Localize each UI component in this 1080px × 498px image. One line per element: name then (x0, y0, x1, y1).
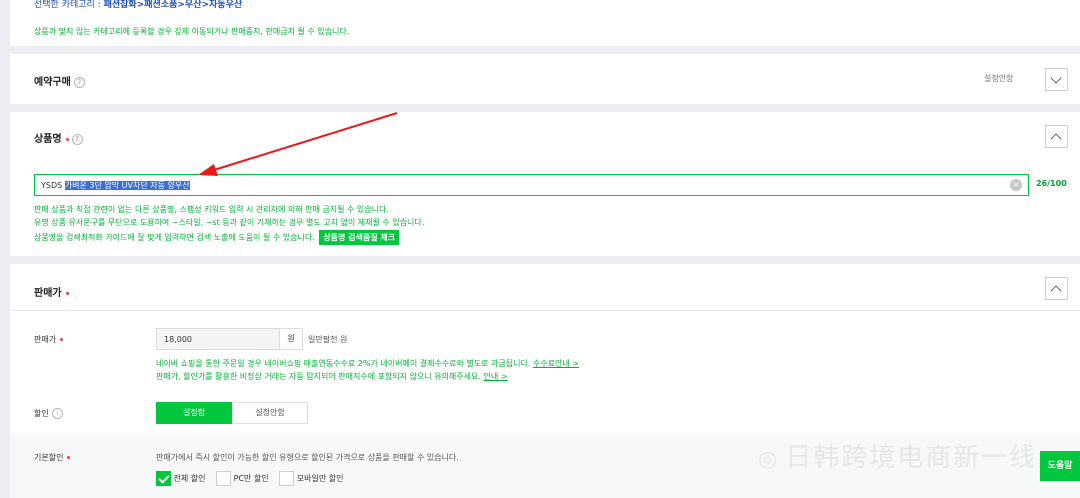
chevron-up-icon (1050, 285, 1062, 297)
wechat-icon: ◎ (758, 447, 780, 472)
discount-on-button[interactable]: 설정함 (156, 402, 232, 424)
guide-link[interactable]: 안내 > (483, 372, 507, 381)
divider (10, 310, 1080, 311)
base-discount-note: 판매가에서 즉시 할인이 가능한 할인 유형으로 할인된 가격으로 상품을 판매… (156, 453, 459, 462)
price-unit: 원 (279, 328, 303, 350)
watermark: ◎ 日韩跨境电商新一线 (758, 443, 1038, 473)
required-dot (60, 338, 64, 341)
discount-label: 할인 i (34, 408, 63, 419)
fee-info-link[interactable]: 수수료안내 > (533, 359, 579, 368)
discount-options: 전체 할인 PC만 할인 모바일만 할인 (156, 471, 343, 486)
price-reading: 일만팔천 원 (308, 335, 348, 344)
required-dot (67, 456, 71, 459)
check-icon[interactable] (156, 471, 171, 486)
checkbox-mobile-only[interactable] (279, 471, 295, 486)
checkbox-pc-only[interactable] (216, 471, 232, 486)
price-row-label: 판매가 (34, 334, 64, 345)
price-note-1: 네이버 쇼핑을 통한 주문일 경우 네이버쇼핑 매출연동수수료 2%가 네이버페… (156, 359, 579, 368)
discount-off-button[interactable]: 설정안함 (232, 402, 308, 424)
price-title: 판매가 (34, 284, 69, 299)
help-button[interactable]: 도움말 (1040, 451, 1080, 481)
price-note-2: 판매가, 할인가를 활용한 비정상 거래는 자동 탐지되어 판매지수에 포함되지… (156, 372, 508, 381)
base-discount-label: 기본할인 (34, 452, 71, 463)
price-collapse-button[interactable] (1045, 277, 1068, 300)
price-input[interactable]: 18,000 (156, 328, 280, 350)
info-icon[interactable]: i (51, 408, 63, 419)
required-dot (65, 291, 69, 295)
